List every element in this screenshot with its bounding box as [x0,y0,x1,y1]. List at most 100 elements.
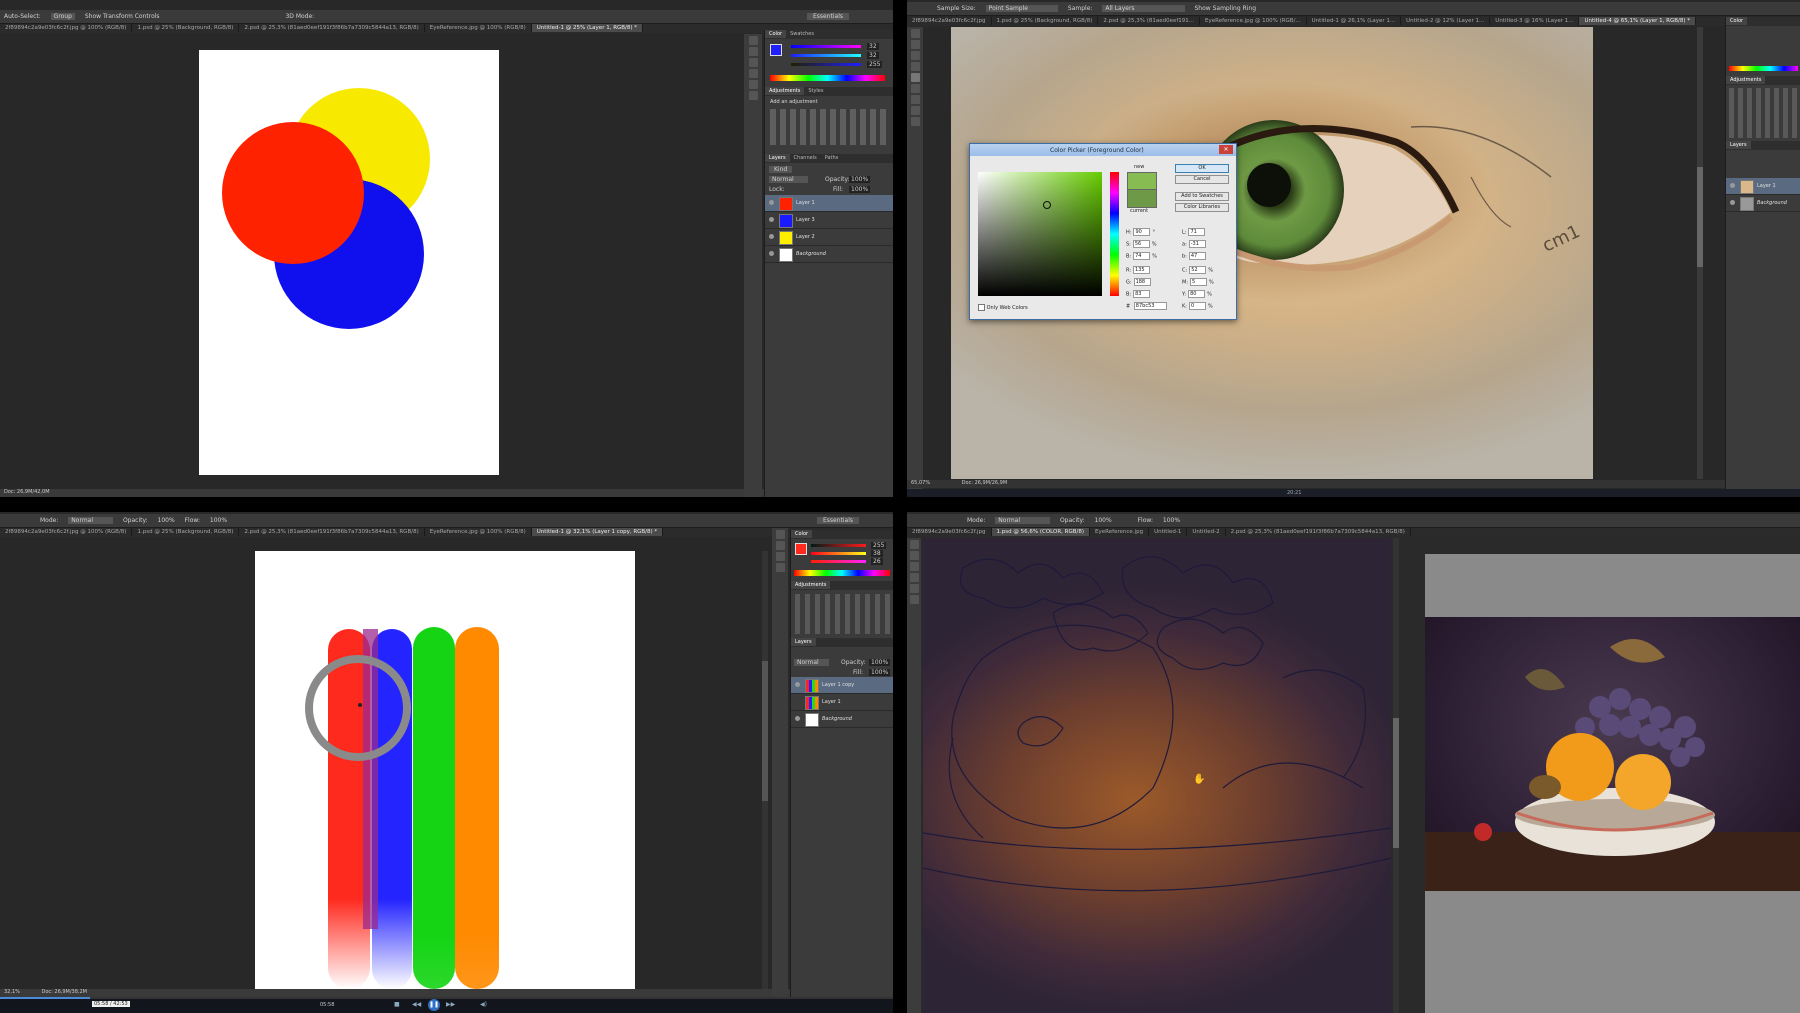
workspace-select[interactable]: Essentials [806,13,849,20]
tab-layers[interactable]: Layers [1726,141,1751,149]
layer-row[interactable]: Layer 3 [765,212,893,229]
option-flow-value[interactable]: 100% [1163,517,1180,524]
option-point-sample[interactable]: Point Sample [985,5,1058,12]
tab-swatches[interactable]: Swatches [786,30,818,38]
b-value[interactable]: 26 [871,558,883,565]
doc-tab[interactable]: Untitled-2 [1187,528,1226,536]
r-field[interactable]: R: 135 [1126,266,1152,274]
b-slider[interactable] [791,63,861,66]
player-progress[interactable] [0,997,893,999]
a-field[interactable]: a: -31 [1182,240,1208,248]
tab-adjustments[interactable]: Adjustments [1726,76,1766,84]
document-canvas[interactable] [255,551,635,989]
layer-row[interactable]: Background [765,246,893,263]
doc-tab[interactable]: EyeReference.jpg @ 100% (RGB/8) [425,528,532,536]
doc-tab[interactable]: 1.psd @ 25% (Background, RGB/8) [992,17,1099,25]
tab-adjustments[interactable]: Adjustments [791,581,831,589]
spectrum-bar[interactable] [770,75,885,81]
lasso-tool-icon[interactable] [910,51,920,60]
doc-tab[interactable]: EyeReference.jpg [1090,528,1150,536]
hue-slider[interactable] [1110,172,1119,296]
doc-tab[interactable]: 2f89894c2a9e03fc6c2f.jpg [907,528,992,536]
doc-tab[interactable]: 2.psd @ 25,3% (81aed0eef191f3f86b7a7309c… [239,24,425,32]
layer-row[interactable]: Layer 1 copy [791,677,893,694]
zoom-readout[interactable]: 65,07% [911,480,930,486]
tab-color[interactable]: Color [791,530,813,538]
document-canvas[interactable] [199,50,499,475]
g-value[interactable]: 32 [867,52,879,59]
layer-row[interactable]: Layer 1 [1726,178,1800,195]
doc-tab[interactable]: Untitled-3 @ 16% (Layer 1... [1490,17,1580,25]
option-mode-value[interactable]: Normal [68,517,114,524]
adjustment-icons[interactable] [795,594,890,634]
add-to-swatches-button[interactable]: Add to Swatches [1175,192,1229,201]
hand-tool-icon[interactable] [909,595,919,604]
doc-tab[interactable]: 2f89894c2a9e03fc6c2f.jpg @ 100% (RGB/8) [0,528,133,536]
doc-tab[interactable]: 1.psd @ 25% (Background, RGB/8) [132,528,240,536]
eye-icon[interactable] [795,716,800,721]
move-tool-icon[interactable] [909,540,919,549]
move-tool-icon[interactable] [910,29,920,38]
reference-canvas[interactable] [1425,554,1800,1013]
foreground-swatch[interactable] [770,44,782,56]
cancel-button[interactable]: Cancel [1175,175,1229,184]
eye-icon[interactable] [769,217,774,222]
layer-row[interactable]: Layer 1 [765,195,893,212]
option-sampling-ring[interactable]: Show Sampling Ring [1194,5,1256,12]
b-value[interactable]: 255 [867,61,883,68]
layer-row[interactable]: Layer 1 [791,694,893,711]
opacity-value[interactable]: 100% [869,659,891,666]
zoom-tool-icon[interactable] [910,117,920,126]
option-opacity-value[interactable]: 100% [1095,517,1112,524]
doc-tab-active[interactable]: Untitled-1 @ 25% (Layer 1, RGB/8) * [531,24,644,32]
brush-tool-icon[interactable] [909,573,919,582]
r-slider[interactable] [791,45,861,48]
vertical-scrollbar[interactable] [1697,27,1703,479]
lasso-tool-icon[interactable] [748,58,758,67]
kind-filter[interactable]: Kind [769,166,793,173]
spectrum-bar[interactable] [794,570,890,576]
adjustment-icons[interactable] [1729,88,1798,138]
doc-tab[interactable]: 2f89894c2a9e03fc6c2f.jpg [907,17,992,25]
eye-icon[interactable] [1730,200,1735,205]
current-color-swatch[interactable] [1127,189,1157,208]
tab-channels[interactable]: Channels [790,154,821,162]
r-slider[interactable] [811,544,866,547]
marquee-tool-icon[interactable] [910,40,920,49]
doc-tab[interactable]: 2.psd @ 25,3% (81aed0eef191f3f86b7a7309c… [1226,528,1411,536]
doc-tab[interactable]: Untitled-2 @ 12% (Layer 1... [1401,17,1491,25]
g-field[interactable]: G: 188 [1126,278,1153,286]
marquee-tool-icon[interactable] [909,551,919,560]
hex-field[interactable]: # 87bc53 [1126,302,1169,310]
eye-icon[interactable] [769,251,774,256]
eyedropper-tool-icon[interactable] [775,541,785,550]
brush-tool-icon[interactable] [775,552,785,561]
l-field[interactable]: L: 71 [1182,228,1207,236]
k-field[interactable]: K: 0% [1182,302,1213,310]
vertical-scrollbar[interactable] [1393,538,1399,1013]
tab-layers[interactable]: Layers [791,638,816,646]
brush-tool-icon[interactable] [748,69,758,78]
option-group[interactable]: Group [50,13,75,20]
b-rgb-field[interactable]: B: 83 [1126,290,1152,298]
eraser-tool-icon[interactable] [909,584,919,593]
play-pause-button[interactable]: ❚❚ [428,999,440,1011]
foreground-swatch[interactable] [795,543,807,555]
crop-tool-icon[interactable] [910,62,920,71]
option-mode-value[interactable]: Normal [995,517,1051,524]
g-value[interactable]: 38 [871,550,883,557]
m-field[interactable]: M: 5% [1182,278,1214,286]
type-tool-icon[interactable] [748,80,758,89]
blend-mode[interactable]: Normal [794,659,829,666]
color-libraries-button[interactable]: Color Libraries [1175,203,1229,212]
tab-color[interactable]: Color [765,30,787,38]
doc-tab-active[interactable]: Untitled-1 @ 32,1% (Layer 1 copy, RGB/8)… [531,528,664,536]
y-field[interactable]: Y: 80% [1182,290,1212,298]
b-slider[interactable] [811,560,866,563]
tab-styles[interactable]: Styles [804,87,827,95]
b-field[interactable]: B: 74% [1126,252,1157,260]
marquee-tool-icon[interactable] [748,47,758,56]
move-tool-icon[interactable] [748,36,758,45]
brush-tool-icon[interactable] [910,84,920,93]
lasso-tool-icon[interactable] [909,562,919,571]
